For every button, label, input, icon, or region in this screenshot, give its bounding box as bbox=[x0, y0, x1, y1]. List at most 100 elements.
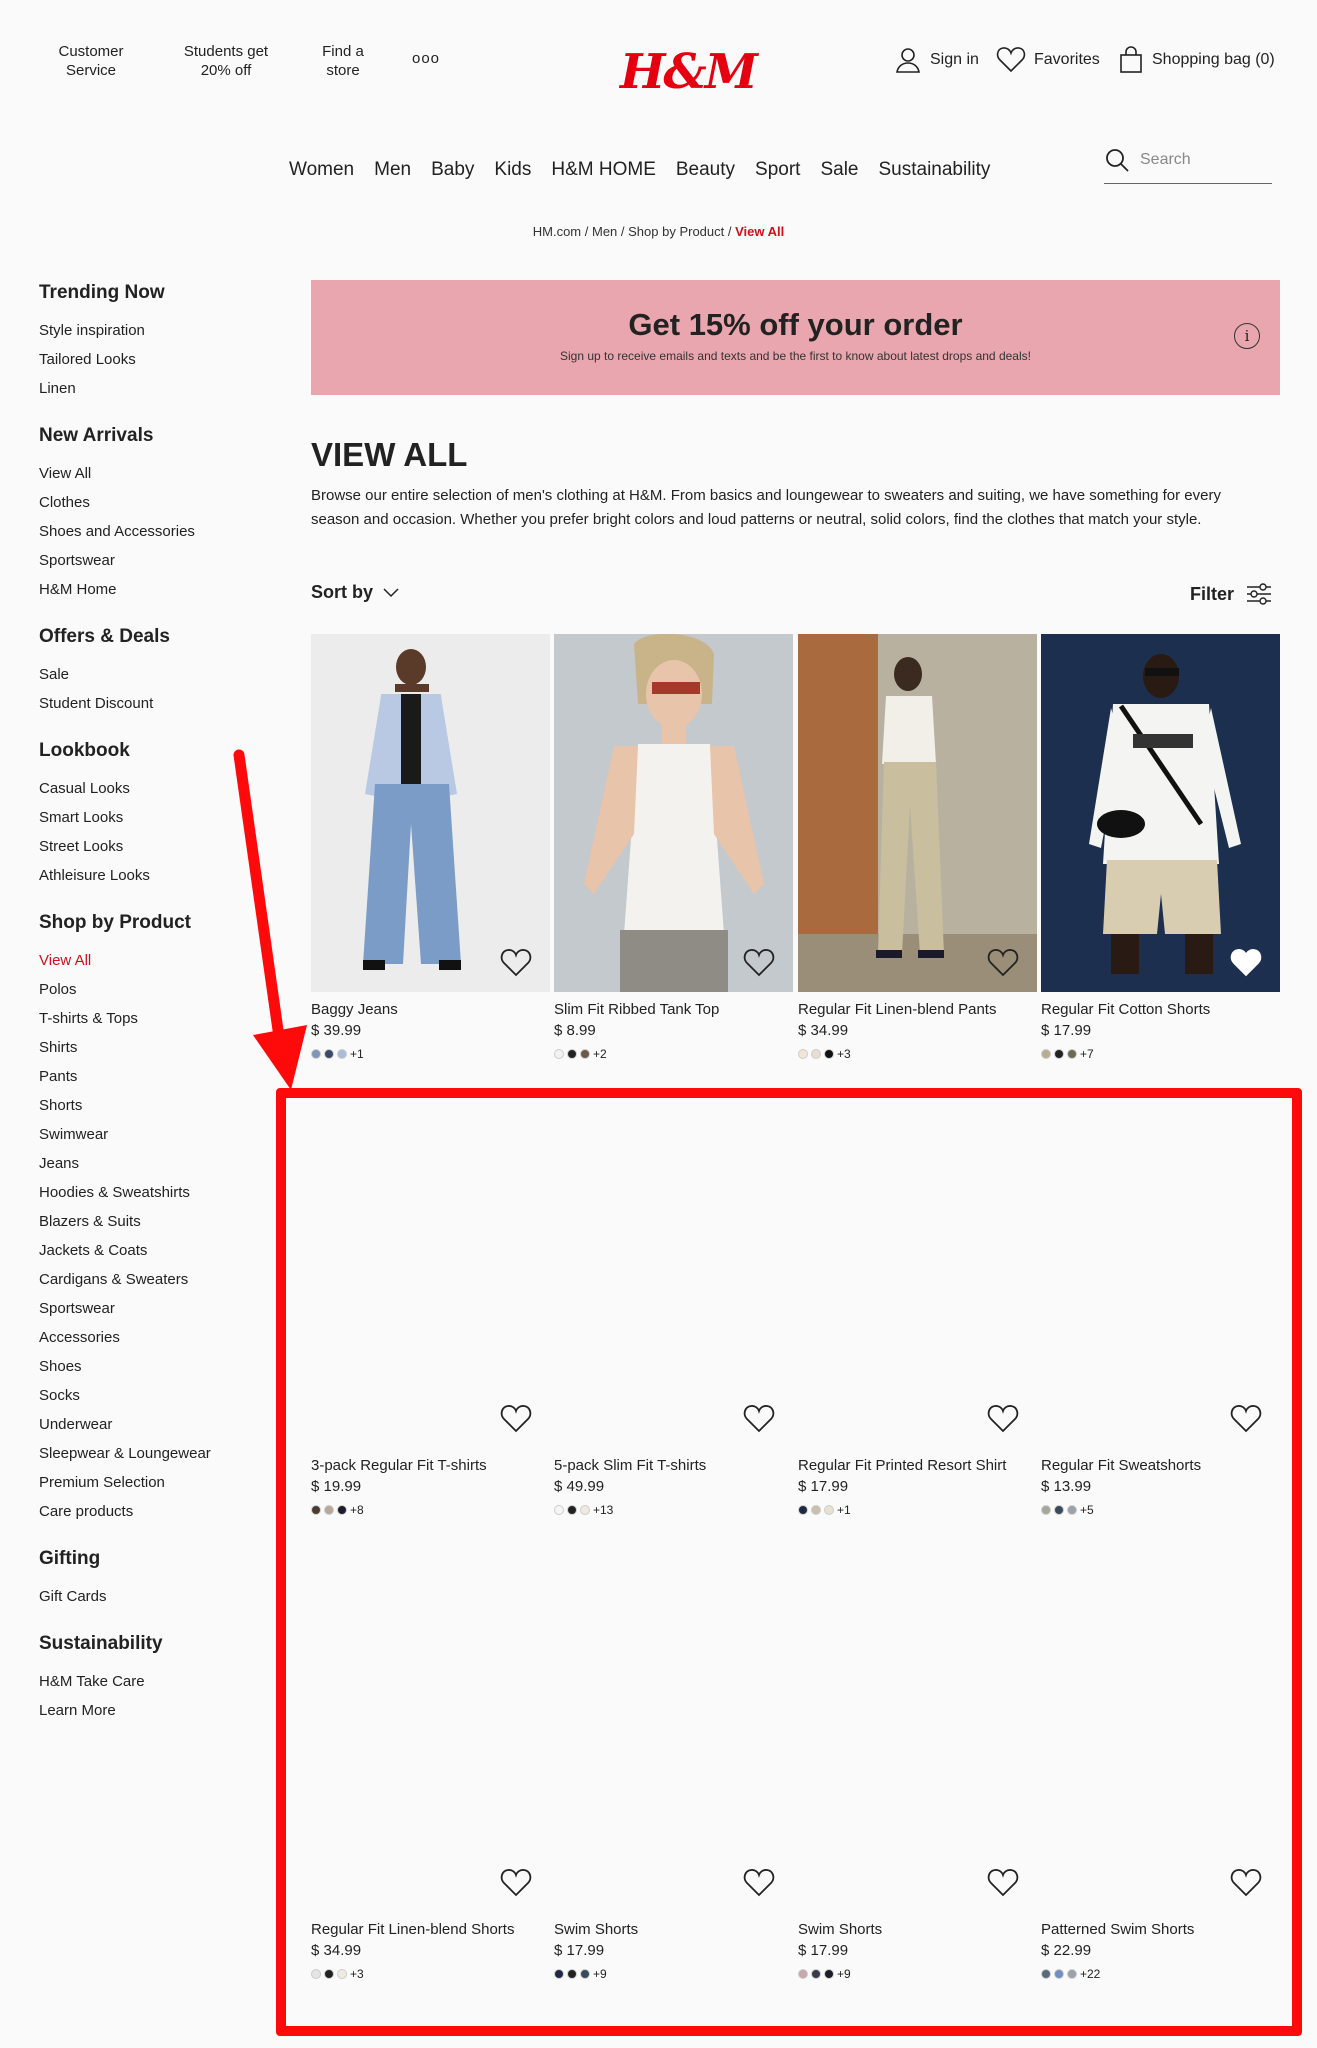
nav-sport[interactable]: Sport bbox=[755, 159, 800, 181]
product-card[interactable]: Regular Fit Linen-blend Pants $ 34.99 +3 bbox=[798, 634, 1037, 1061]
sidebar-item[interactable]: Premium Selection bbox=[39, 1468, 259, 1497]
sidebar-item[interactable]: Style inspiration bbox=[39, 316, 259, 345]
sidebar-item[interactable]: Sleepwear & Loungewear bbox=[39, 1439, 259, 1468]
sidebar-item[interactable]: Underwear bbox=[39, 1410, 259, 1439]
red-arrow-icon bbox=[233, 749, 307, 1090]
sidebar-group-title: Offers & Deals bbox=[39, 626, 170, 647]
product-image[interactable] bbox=[798, 634, 1037, 992]
nav-beauty[interactable]: Beauty bbox=[676, 159, 735, 181]
promo-title: Get 15% off your order bbox=[628, 307, 963, 342]
sidebar-item[interactable]: H&M Take Care bbox=[39, 1667, 259, 1696]
student-discount-link[interactable]: Students get 20% off bbox=[170, 42, 282, 80]
sidebar-group-title: Gifting bbox=[39, 1548, 101, 1569]
product-image[interactable] bbox=[1041, 634, 1280, 992]
more-colors-count: +7 bbox=[1080, 1047, 1094, 1061]
breadcrumb-item[interactable]: HM.com bbox=[533, 224, 581, 239]
user-icon bbox=[896, 48, 920, 73]
sidebar-group: Offers & Deals Sale Student Discount bbox=[39, 626, 259, 718]
sidebar-item[interactable]: View All bbox=[39, 459, 259, 488]
shopping-bag-button[interactable]: Shopping bag (0) bbox=[1118, 46, 1275, 74]
sidebar-item[interactable]: Jeans bbox=[39, 1149, 259, 1178]
color-swatch[interactable] bbox=[1054, 1049, 1064, 1059]
sidebar-item[interactable]: Sale bbox=[39, 660, 259, 689]
color-swatches: +1 bbox=[311, 1047, 550, 1061]
product-name[interactable]: Baggy Jeans bbox=[311, 1001, 550, 1018]
sidebar-item[interactable]: Socks bbox=[39, 1381, 259, 1410]
sidebar-item[interactable]: Sportswear bbox=[39, 1294, 259, 1323]
breadcrumb-item[interactable]: Men bbox=[592, 224, 617, 239]
sidebar-item[interactable]: Swimwear bbox=[39, 1120, 259, 1149]
favorites-button[interactable]: Favorites bbox=[996, 46, 1100, 74]
sidebar-item[interactable]: Blazers & Suits bbox=[39, 1207, 259, 1236]
nav-sustainability[interactable]: Sustainability bbox=[878, 159, 990, 181]
sidebar-item[interactable]: H&M Home bbox=[39, 575, 259, 604]
product-image[interactable] bbox=[311, 634, 550, 992]
search-box[interactable]: Search bbox=[1104, 147, 1272, 184]
color-swatch[interactable] bbox=[554, 1049, 564, 1059]
search-input[interactable]: Search bbox=[1140, 151, 1191, 169]
sidebar-group: New Arrivals View All Clothes Shoes and Acc… bbox=[39, 425, 259, 604]
product-name[interactable]: Regular Fit Cotton Shorts bbox=[1041, 1001, 1280, 1018]
nav-baby[interactable]: Baby bbox=[431, 159, 474, 181]
sidebar-item[interactable]: Cardigans & Sweaters bbox=[39, 1265, 259, 1294]
sidebar-item[interactable]: Linen bbox=[39, 374, 259, 403]
sidebar-item[interactable]: Sportswear bbox=[39, 546, 259, 575]
sidebar-item[interactable]: Tailored Looks bbox=[39, 345, 259, 374]
color-swatch[interactable] bbox=[324, 1049, 334, 1059]
color-swatch[interactable] bbox=[811, 1049, 821, 1059]
sidebar-item[interactable]: Clothes bbox=[39, 488, 259, 517]
color-swatches: +7 bbox=[1041, 1047, 1280, 1061]
color-swatch[interactable] bbox=[567, 1049, 577, 1059]
customer-service-link[interactable]: Customer Service bbox=[48, 42, 134, 80]
find-store-link[interactable]: Find a store bbox=[312, 42, 374, 80]
color-swatch[interactable] bbox=[798, 1049, 808, 1059]
sidebar-item[interactable]: Shoes and Accessories bbox=[39, 517, 259, 546]
color-swatches: +3 bbox=[798, 1047, 1037, 1061]
sidebar-item[interactable]: Learn More bbox=[39, 1696, 259, 1725]
sidebar-item[interactable]: Shorts bbox=[39, 1091, 259, 1120]
more-colors-count: +1 bbox=[350, 1047, 364, 1061]
sidebar-item[interactable]: Care products bbox=[39, 1497, 259, 1526]
chevron-down-icon bbox=[383, 587, 399, 597]
more-menu-button[interactable]: ooo bbox=[412, 50, 440, 67]
product-card[interactable]: Regular Fit Cotton Shorts $ 17.99 +7 bbox=[1041, 634, 1280, 1061]
filter-button[interactable]: Filter bbox=[1190, 582, 1272, 606]
nav-hm-home[interactable]: H&M HOME bbox=[551, 159, 656, 181]
color-swatch[interactable] bbox=[824, 1049, 834, 1059]
sidebar-item[interactable]: Accessories bbox=[39, 1323, 259, 1352]
sidebar-item[interactable]: Gift Cards bbox=[39, 1582, 259, 1611]
nav-men[interactable]: Men bbox=[374, 159, 411, 181]
color-swatch[interactable] bbox=[337, 1049, 347, 1059]
sidebar-item[interactable]: Hoodies & Sweatshirts bbox=[39, 1178, 259, 1207]
favorite-heart-icon[interactable] bbox=[743, 948, 775, 980]
color-swatch[interactable] bbox=[1041, 1049, 1051, 1059]
page-title: VIEW ALL bbox=[311, 436, 468, 473]
color-swatch[interactable] bbox=[580, 1049, 590, 1059]
color-swatch[interactable] bbox=[1067, 1049, 1077, 1059]
nav-sale[interactable]: Sale bbox=[820, 159, 858, 181]
product-price: $ 39.99 bbox=[311, 1022, 362, 1039]
product-card[interactable]: Baggy Jeans $ 39.99 +1 bbox=[311, 634, 550, 1061]
favorite-heart-icon[interactable] bbox=[987, 948, 1019, 980]
favorite-heart-icon[interactable] bbox=[1230, 948, 1262, 980]
product-card[interactable]: Slim Fit Ribbed Tank Top $ 8.99 +2 bbox=[554, 634, 793, 1061]
main-nav: Women Men Baby Kids H&M HOME Beauty Spor… bbox=[289, 159, 990, 181]
more-colors-count: +3 bbox=[837, 1047, 851, 1061]
sign-in-button[interactable]: Sign in bbox=[894, 46, 979, 74]
promo-banner[interactable]: Get 15% off your order Sign up to receiv… bbox=[311, 280, 1280, 395]
color-swatches: +2 bbox=[554, 1047, 793, 1061]
breadcrumb-item[interactable]: Shop by Product bbox=[628, 224, 724, 239]
nav-women[interactable]: Women bbox=[289, 159, 354, 181]
nav-kids[interactable]: Kids bbox=[494, 159, 531, 181]
sidebar-item[interactable]: Shoes bbox=[39, 1352, 259, 1381]
filter-sliders-icon bbox=[1247, 583, 1272, 605]
info-icon[interactable]: i bbox=[1234, 323, 1260, 349]
favorite-heart-icon[interactable] bbox=[500, 948, 532, 980]
product-image[interactable] bbox=[554, 634, 793, 992]
product-name[interactable]: Slim Fit Ribbed Tank Top bbox=[554, 1001, 793, 1018]
hm-logo[interactable]: H&M bbox=[620, 44, 758, 100]
sort-by-button[interactable]: Sort by bbox=[311, 582, 399, 603]
product-name[interactable]: Regular Fit Linen-blend Pants bbox=[798, 1001, 1037, 1018]
sidebar-item[interactable]: Jackets & Coats bbox=[39, 1236, 259, 1265]
sidebar-item[interactable]: Student Discount bbox=[39, 689, 259, 718]
